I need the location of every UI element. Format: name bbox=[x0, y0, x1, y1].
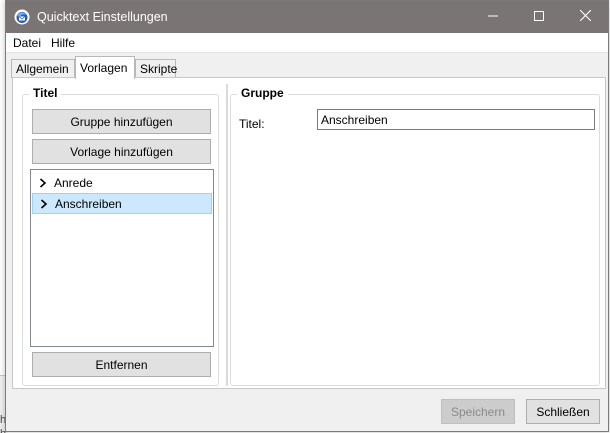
template-tree[interactable]: Anrede Anschreiben bbox=[30, 169, 214, 347]
maximize-icon bbox=[534, 10, 544, 24]
tree-item-label: Anschreiben bbox=[55, 196, 122, 211]
close-icon bbox=[579, 9, 591, 24]
tree-item-anschreiben[interactable]: Anschreiben bbox=[32, 193, 212, 214]
tab-allgemein[interactable]: Allgemein bbox=[11, 59, 75, 78]
add-template-button[interactable]: Vorlage hinzufügen bbox=[32, 139, 211, 164]
maximize-button[interactable] bbox=[516, 1, 562, 33]
add-group-button[interactable]: Gruppe hinzufügen bbox=[32, 109, 211, 134]
tree-item-anrede[interactable]: Anrede bbox=[32, 172, 212, 193]
chevron-right-icon[interactable] bbox=[32, 177, 54, 188]
tab-vorlagen[interactable]: Vorlagen bbox=[75, 56, 135, 79]
chevron-right-icon[interactable] bbox=[33, 198, 55, 209]
save-button[interactable]: Speichern bbox=[441, 399, 515, 424]
close-window-button[interactable] bbox=[562, 1, 608, 33]
window-title: Quicktext Einstellungen bbox=[37, 10, 168, 24]
title-field-label: Titel: bbox=[239, 117, 265, 131]
thunderbird-app-icon bbox=[14, 9, 30, 25]
title-input[interactable] bbox=[317, 109, 595, 130]
menu-hilfe[interactable]: Hilfe bbox=[51, 36, 75, 50]
settings-window: Quicktext Einstellungen Datei Hilfe Allg… bbox=[5, 0, 609, 432]
title-bar[interactable]: Quicktext Einstellungen bbox=[6, 1, 608, 33]
menu-bar: Datei Hilfe bbox=[6, 33, 608, 53]
templates-groupbox-title: Titel bbox=[29, 86, 62, 100]
tab-strip: Allgemein Vorlagen Skripte bbox=[6, 53, 608, 79]
panel-splitter[interactable] bbox=[226, 84, 228, 386]
menu-datei[interactable]: Datei bbox=[13, 36, 41, 50]
minimize-button[interactable] bbox=[470, 1, 516, 33]
tree-item-label: Anrede bbox=[54, 175, 93, 190]
group-details-title: Gruppe bbox=[237, 86, 288, 100]
templates-groupbox: Titel Gruppe hinzufügen Vorlage hinzufüg… bbox=[22, 86, 219, 386]
tab-skripte[interactable]: Skripte bbox=[135, 59, 177, 78]
vorlagen-tab-panel: Titel Gruppe hinzufügen Vorlage hinzufüg… bbox=[12, 77, 606, 389]
remove-button[interactable]: Entfernen bbox=[32, 352, 211, 377]
close-button[interactable]: Schließen bbox=[526, 399, 600, 424]
minimize-icon bbox=[488, 10, 498, 24]
group-details-groupbox: Gruppe Titel: bbox=[230, 86, 600, 386]
